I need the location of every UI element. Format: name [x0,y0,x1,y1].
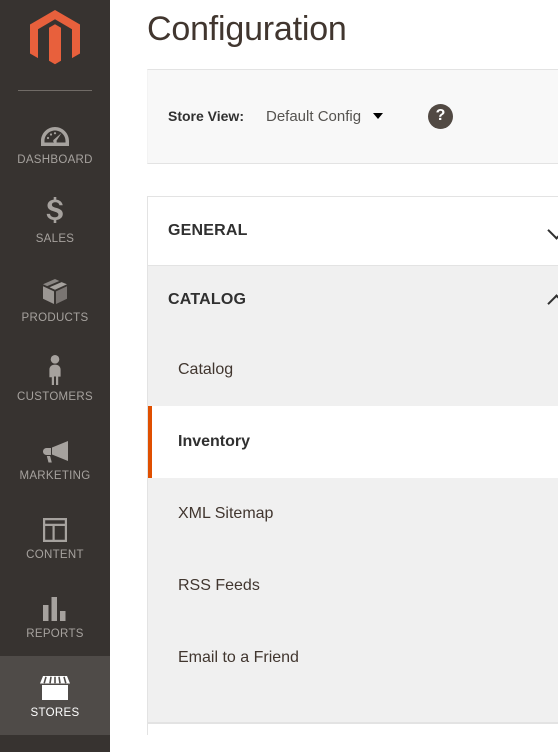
bar-chart-icon [42,592,68,622]
magento-logo-icon [30,10,80,65]
chevron-up-icon [548,295,558,305]
sidebar-item-label: SALES [35,233,75,246]
sidebar-item-label: CONTENT [26,549,84,562]
sidebar-item-stores[interactable]: STORES [0,656,110,735]
config-section-header-catalog[interactable]: CATALOG [148,265,558,334]
config-subitem-label: XML Sitemap [178,504,274,522]
main-content: Configuration Store View: Default Config… [110,0,558,752]
store-view-select[interactable]: Default Config [266,107,384,125]
config-section-title: CATALOG [168,290,247,308]
config-subitem-list-padding [148,694,558,722]
person-icon [46,355,64,386]
configuration-nav: GENERAL CATALOG Catalog Inventory XML Si… [147,195,558,735]
config-subitem-label: RSS Feeds [178,576,260,594]
admin-sidebar: DASHBOARD SALES PRODUCTS CUSTOMERS MARKE… [0,0,110,752]
dashboard-gauge-icon [40,118,70,148]
sidebar-item-label: REPORTS [26,628,84,641]
magento-admin-configuration-page: DASHBOARD SALES PRODUCTS CUSTOMERS MARKE… [0,0,558,752]
box-icon [41,276,69,306]
sidebar-item-label: CUSTOMERS [17,391,93,404]
megaphone-icon [40,434,70,464]
config-subitem-email-to-a-friend[interactable]: Email to a Friend [148,622,558,694]
config-subitem-label: Catalog [178,360,234,378]
sidebar-nav-list: DASHBOARD SALES PRODUCTS CUSTOMERS MARKE… [0,103,110,752]
store-view-label: Store View: [168,108,244,124]
store-view-bar: Store View: Default Config ? [147,68,558,164]
config-section-catalog: CATALOG Catalog Inventory XML Sitemap RS… [148,265,558,723]
sidebar-item-label: PRODUCTS [21,312,89,325]
layout-page-icon [42,513,68,543]
config-section-next-partial [148,722,558,735]
magento-logo[interactable] [0,0,110,80]
config-subitem-xml-sitemap[interactable]: XML Sitemap [148,478,558,550]
sidebar-item-label: STORES [30,707,80,720]
config-subitem-rss-feeds[interactable]: RSS Feeds [148,550,558,622]
sidebar-item-dashboard[interactable]: DASHBOARD [0,103,110,182]
config-subitem-label: Email to a Friend [178,648,299,666]
sidebar-item-label: MARKETING [19,470,91,483]
page-title: Configuration [147,10,347,48]
sidebar-item-sales[interactable]: SALES [0,182,110,261]
config-subitem-catalog[interactable]: Catalog [148,334,558,406]
sidebar-divider [18,90,92,91]
dollar-sign-icon [46,197,64,227]
sidebar-item-customers[interactable]: CUSTOMERS [0,340,110,419]
sidebar-item-label: DASHBOARD [17,154,93,167]
question-mark-icon[interactable]: ? [428,103,454,129]
chevron-down-icon [548,226,558,236]
sidebar-item-products[interactable]: PRODUCTS [0,261,110,340]
config-section-header-general[interactable]: GENERAL [148,196,558,265]
sidebar-item-marketing[interactable]: MARKETING [0,419,110,498]
config-section-general: GENERAL [148,196,558,266]
config-subitem-inventory[interactable]: Inventory [148,405,558,478]
config-section-title: GENERAL [168,221,248,239]
store-view-value: Default Config [266,107,362,125]
sidebar-item-system[interactable] [0,735,110,752]
caret-down-icon [373,113,384,119]
config-subitem-list: Catalog Inventory XML Sitemap RSS Feeds … [148,333,558,722]
sidebar-item-content[interactable]: CONTENT [0,498,110,577]
sidebar-item-reports[interactable]: REPORTS [0,577,110,656]
storefront-icon [40,671,70,701]
config-subitem-label: Inventory [178,432,251,450]
